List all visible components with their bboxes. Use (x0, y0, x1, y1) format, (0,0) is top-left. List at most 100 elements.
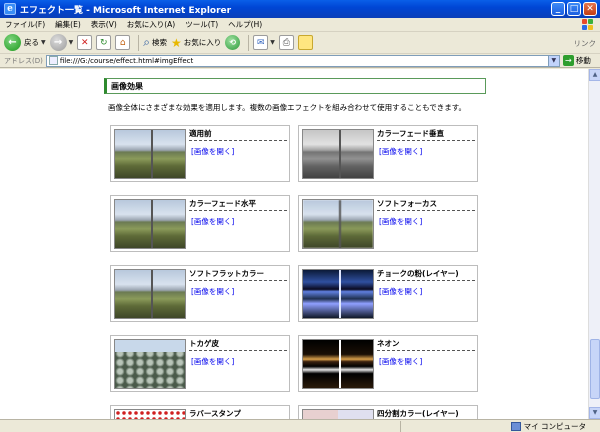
toolbar: ← 戻る ▼ → ▼ ✕ ↻ ⌂ ⌕ 検索 ★ お気に入り ⟲ ✉ ▼ ⎙ (0, 32, 600, 54)
effect-name: ソフトフラットカラー (189, 268, 287, 281)
maximize-button[interactable]: □ (567, 2, 581, 16)
history-icon: ⟲ (225, 35, 241, 50)
effect-thumbnail (302, 339, 374, 389)
search-button[interactable]: ⌕ 検索 (143, 35, 167, 50)
mail-button[interactable]: ✉ ▼ (253, 35, 275, 50)
menu-help[interactable]: ヘルプ(H) (223, 19, 267, 30)
vertical-scrollbar[interactable]: ▲ ▼ (588, 69, 600, 419)
home-button[interactable]: ⌂ (115, 35, 131, 50)
note-icon (297, 35, 313, 50)
toolbar-divider (248, 34, 250, 51)
favorites-button[interactable]: ★ お気に入り (171, 36, 221, 50)
effect-card: ソフトフォーカス [画像を開く] (298, 195, 478, 252)
effect-card: 適用前 [画像を開く] (110, 125, 290, 182)
search-icon: ⌕ (143, 35, 150, 49)
menu-view[interactable]: 表示(V) (86, 19, 122, 30)
window-controls: _ □ ✕ (551, 2, 597, 16)
forward-button[interactable]: → ▼ (49, 34, 74, 51)
effect-name: カラーフェード垂直 (377, 128, 475, 141)
go-arrow-icon: → (562, 55, 574, 66)
page-content (0, 69, 588, 419)
menu-file[interactable]: ファイル(F) (0, 19, 50, 30)
effect-thumbnail (114, 269, 186, 319)
open-image-link[interactable]: [画像を開く] (191, 216, 234, 227)
status-bar: マイ コンピュータ (0, 419, 600, 432)
open-image-link[interactable]: [画像を開く] (379, 356, 422, 367)
close-button[interactable]: ✕ (583, 2, 597, 16)
windows-logo-icon (576, 19, 598, 31)
effect-card: カラーフェード垂直 [画像を開く] (298, 125, 478, 182)
effect-card: ソフトフラットカラー [画像を開く] (110, 265, 290, 322)
effect-name: トカゲ皮 (189, 338, 287, 351)
back-arrow-icon: ← (4, 34, 21, 51)
effect-card: 四分割カラー(レイヤー) (298, 405, 478, 421)
forward-arrow-icon: → (49, 34, 67, 51)
effect-name: 適用前 (189, 128, 287, 141)
effect-name: ネオン (377, 338, 475, 351)
scroll-down-icon[interactable]: ▼ (589, 407, 600, 419)
scroll-thumb[interactable] (590, 339, 600, 399)
computer-icon (510, 422, 521, 431)
effect-card: ラバースタンプ (110, 405, 290, 421)
effect-thumbnail (302, 269, 374, 319)
open-image-link[interactable]: [画像を開く] (191, 146, 234, 157)
security-zone: マイ コンピュータ (510, 421, 586, 432)
address-bar: アドレス(D) ▼ → 移動 (0, 54, 600, 68)
effect-card: トカゲ皮 [画像を開く] (110, 335, 290, 392)
effect-card: カラーフェード水平 [画像を開く] (110, 195, 290, 252)
open-image-link[interactable]: [画像を開く] (379, 146, 422, 157)
effect-card: ネオン [画像を開く] (298, 335, 478, 392)
menu-tools[interactable]: ツール(T) (180, 19, 223, 30)
print-button[interactable]: ⎙ (278, 35, 294, 50)
menu-favorites[interactable]: お気に入り(A) (122, 19, 180, 30)
effect-thumbnail (114, 199, 186, 249)
refresh-icon: ↻ (96, 35, 112, 50)
address-dropdown-icon[interactable]: ▼ (547, 55, 559, 66)
open-image-link[interactable]: [画像を開く] (191, 356, 234, 367)
effect-thumbnail (114, 339, 186, 389)
effect-card: チョークの粉(レイヤー) [画像を開く] (298, 265, 478, 322)
open-image-link[interactable]: [画像を開く] (379, 216, 422, 227)
section-description: 画像全体にさまざまな効果を適用します。複数の画像エフェクトを組み合わせて使用する… (108, 103, 467, 112)
back-label: 戻る (24, 38, 39, 47)
window-title: エフェクト一覧 - Microsoft Internet Explorer (20, 5, 232, 16)
minimize-button[interactable]: _ (551, 2, 565, 16)
window-titlebar: e エフェクト一覧 - Microsoft Internet Explorer … (0, 0, 600, 18)
go-label: 移動 (575, 56, 591, 65)
effect-thumbnail (114, 129, 186, 179)
effect-name: チョークの粉(レイヤー) (377, 268, 475, 281)
search-label: 検索 (151, 38, 167, 47)
page-icon (48, 56, 58, 65)
toolbar-divider (138, 34, 140, 51)
address-label: アドレス(D) (4, 56, 43, 65)
open-image-link[interactable]: [画像を開く] (191, 286, 234, 297)
section-title: 画像効果 (104, 78, 486, 94)
refresh-button[interactable]: ↻ (96, 35, 112, 50)
favorites-label: お気に入り (183, 38, 222, 47)
links-label[interactable]: リンク (574, 38, 597, 49)
status-pane (400, 421, 510, 432)
menu-edit[interactable]: 編集(E) (50, 19, 86, 30)
ie-icon: e (4, 3, 16, 15)
star-icon: ★ (170, 35, 182, 50)
go-button[interactable]: → 移動 (562, 55, 591, 66)
stop-button[interactable]: ✕ (77, 35, 93, 50)
history-button[interactable]: ⟲ (225, 35, 241, 50)
notes-button[interactable] (297, 35, 313, 50)
address-field[interactable]: ▼ (45, 54, 560, 67)
effect-name: カラーフェード水平 (189, 198, 287, 211)
chevron-down-icon: ▼ (270, 39, 275, 46)
effect-thumbnail (302, 199, 374, 249)
address-input[interactable] (59, 55, 550, 66)
stop-icon: ✕ (77, 35, 93, 50)
open-image-link[interactable]: [画像を開く] (379, 286, 422, 297)
back-button[interactable]: ← 戻る ▼ (4, 34, 46, 51)
menu-bar: ファイル(F) 編集(E) 表示(V) お気に入り(A) ツール(T) ヘルプ(… (0, 18, 600, 32)
zone-label: マイ コンピュータ (523, 422, 586, 431)
chevron-down-icon: ▼ (68, 39, 74, 46)
effect-name: ソフトフォーカス (377, 198, 475, 211)
home-icon: ⌂ (115, 35, 131, 50)
printer-icon: ⎙ (278, 35, 294, 50)
chevron-down-icon: ▼ (41, 39, 46, 46)
scroll-up-icon[interactable]: ▲ (589, 69, 600, 81)
